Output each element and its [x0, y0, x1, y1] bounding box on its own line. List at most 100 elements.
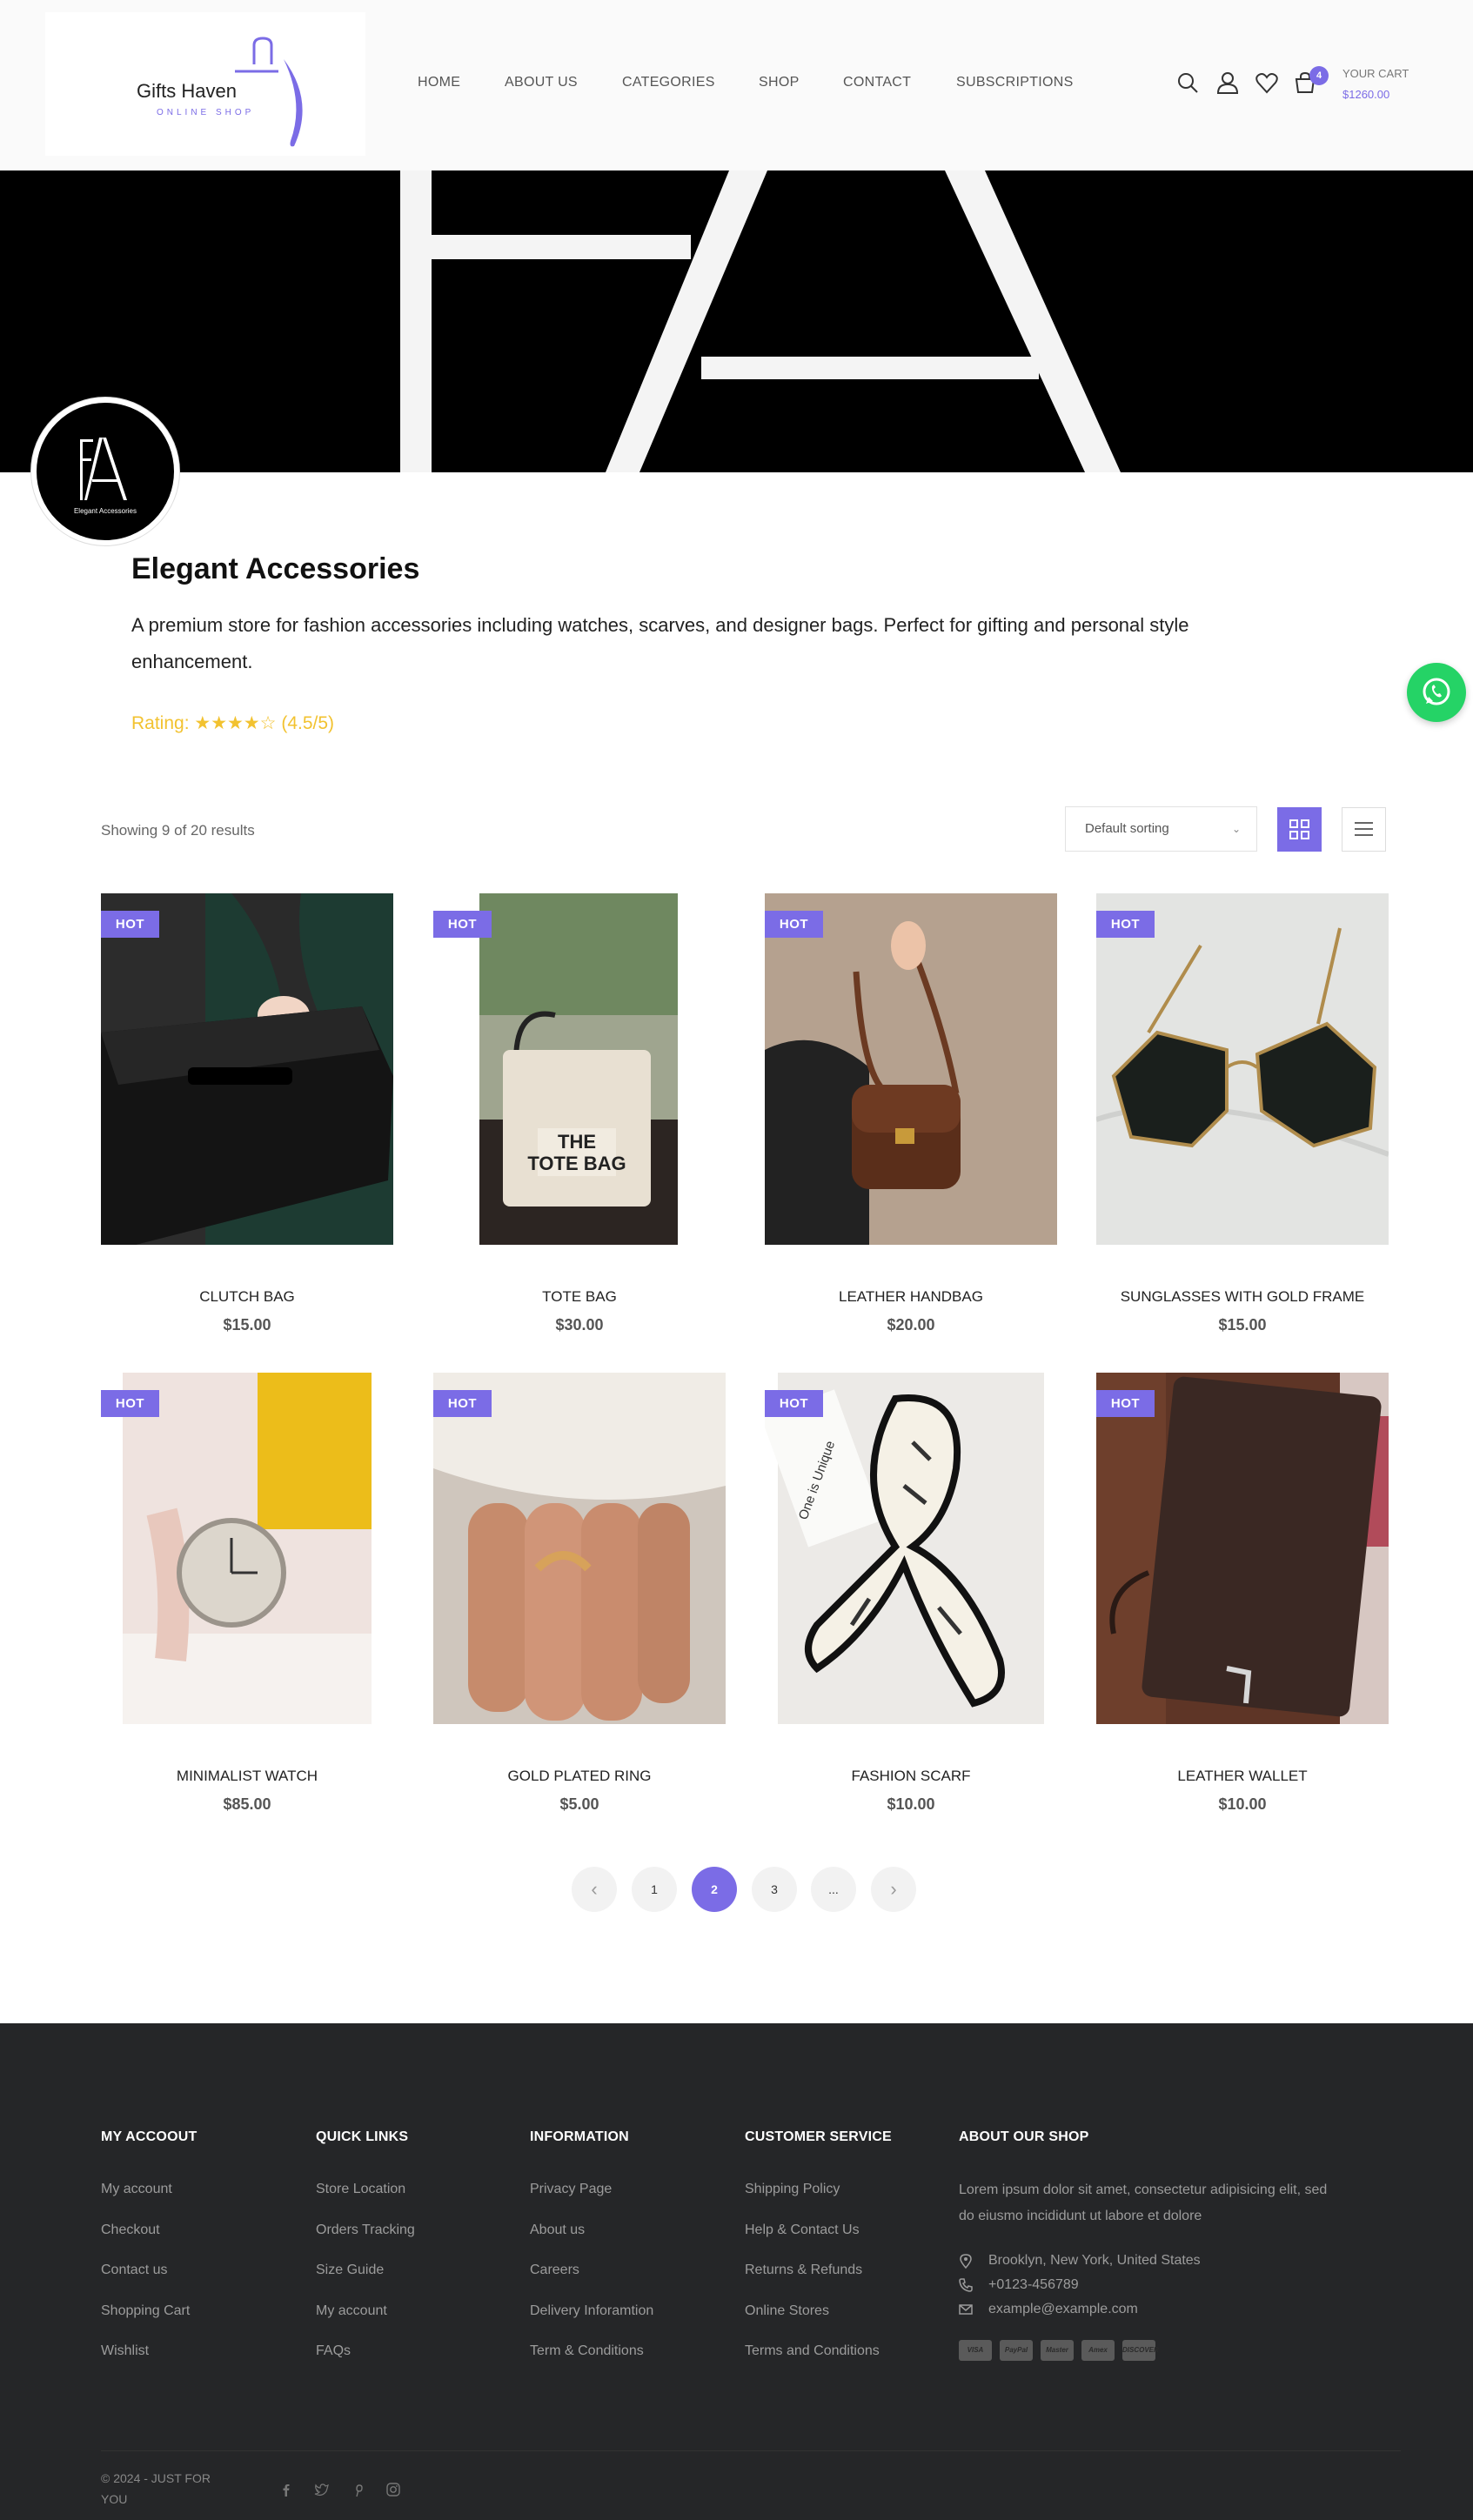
cart-total[interactable]: $1260.00 [1342, 88, 1389, 101]
footer-link[interactable]: Online Stores [745, 2303, 829, 2319]
footer-link[interactable]: FAQs [316, 2343, 351, 2359]
hot-badge: HOT [433, 1390, 492, 1417]
twitter-icon[interactable] [314, 2482, 330, 2497]
product-name[interactable]: CLUTCH BAG [101, 1288, 393, 1306]
grid-view-button[interactable] [1277, 807, 1322, 852]
product-image[interactable]: HOT [1096, 1373, 1389, 1724]
footer-link[interactable]: Returns & Refunds [745, 2263, 862, 2278]
product-price: $15.00 [1218, 1316, 1267, 1334]
search-icon[interactable] [1175, 70, 1201, 96]
instagram-icon[interactable] [385, 2482, 401, 2497]
paypal-icon: PayPal [1000, 2340, 1033, 2361]
pagination-page-2-current[interactable]: 2 [692, 1867, 737, 1912]
hot-badge: HOT [433, 911, 492, 938]
visa-icon: VISA [959, 2340, 992, 2361]
discover-icon: DISCOVER [1122, 2340, 1159, 2361]
footer-address-text: Brooklyn, New York, United States [988, 2253, 1201, 2268]
nav-categories[interactable]: CATEGORIES [622, 75, 715, 90]
chevron-right-icon: › [890, 1878, 897, 1900]
facebook-icon[interactable] [278, 2482, 294, 2497]
footer-link[interactable]: Contact us [101, 2263, 167, 2278]
hot-badge: HOT [765, 1390, 823, 1417]
product-name[interactable]: TOTE BAG [433, 1288, 726, 1306]
product-name[interactable]: LEATHER WALLET [1096, 1768, 1389, 1785]
nav-contact[interactable]: CONTACT [843, 75, 911, 90]
hot-badge: HOT [1096, 1390, 1155, 1417]
hot-badge: HOT [101, 1390, 159, 1417]
grid-view-icon [1289, 819, 1309, 839]
pagination-prev-button[interactable]: ‹ [572, 1867, 617, 1912]
heart-icon[interactable] [1254, 70, 1280, 96]
store-banner [0, 170, 1473, 472]
product-image[interactable]: HOT [1096, 893, 1389, 1245]
product-name[interactable]: LEATHER HANDBAG [765, 1288, 1057, 1306]
nav-home[interactable]: HOME [418, 75, 460, 90]
cart-label[interactable]: YOUR CART [1342, 67, 1409, 80]
footer-link[interactable]: Privacy Page [530, 2182, 612, 2197]
footer-link[interactable]: Term & Conditions [530, 2343, 644, 2359]
hot-badge: HOT [101, 911, 159, 938]
footer-link[interactable]: Size Guide [316, 2263, 384, 2278]
footer-link[interactable]: About us [530, 2223, 585, 2238]
list-view-button[interactable] [1342, 807, 1386, 852]
pinterest-icon[interactable] [350, 2482, 365, 2497]
sort-value: Default sorting [1085, 821, 1169, 836]
mastercard-icon: Master [1041, 2340, 1074, 2361]
footer-link[interactable]: My account [101, 2182, 172, 2197]
hot-badge: HOT [765, 911, 823, 938]
svg-text:TOTE BAG: TOTE BAG [527, 1153, 626, 1174]
footer-link[interactable]: Careers [530, 2263, 579, 2278]
product-price: $85.00 [223, 1795, 271, 1813]
product-name[interactable]: MINIMALIST WATCH [101, 1768, 393, 1785]
pagination-next-button[interactable]: › [871, 1867, 916, 1912]
footer-link[interactable]: Checkout [101, 2223, 160, 2238]
store-description: A premium store for fashion accessories … [131, 614, 1189, 672]
pagination-page-1[interactable]: 1 [632, 1867, 677, 1912]
pagination-page-3[interactable]: 3 [752, 1867, 797, 1912]
nav-subscriptions[interactable]: SUBSCRIPTIONS [956, 75, 1074, 90]
footer-link[interactable]: Terms and Conditions [745, 2343, 880, 2359]
hot-badge: HOT [1096, 911, 1155, 938]
location-pin-icon [960, 2254, 972, 2269]
footer-link[interactable]: My account [316, 2303, 387, 2319]
footer-heading-my-account: MY ACCOOUT [101, 2129, 198, 2144]
user-icon[interactable] [1215, 70, 1241, 96]
nav-about-us[interactable]: ABOUT US [505, 75, 578, 90]
footer-link[interactable]: Shipping Policy [745, 2182, 840, 2197]
logo[interactable]: Gifts Haven ONLINE SHOP [45, 12, 365, 156]
product-name[interactable]: GOLD PLATED RING [433, 1768, 726, 1785]
product-image[interactable]: HOT [433, 1373, 726, 1724]
footer-link[interactable]: Delivery Inforamtion [530, 2303, 653, 2319]
footer-link[interactable]: Wishlist [101, 2343, 149, 2359]
product-image[interactable]: One is Unique HOT [765, 1373, 1057, 1724]
sort-select[interactable]: Default sorting ⌄ [1065, 806, 1257, 852]
footer-phone-text[interactable]: +0123-456789 [988, 2277, 1079, 2293]
whatsapp-button[interactable] [1407, 663, 1466, 722]
cart-count-badge: 4 [1309, 66, 1329, 85]
product-image[interactable]: HOT [101, 1373, 393, 1724]
product-name[interactable]: SUNGLASSES WITH GOLD FRAME [1096, 1288, 1389, 1306]
footer-link[interactable]: Help & Contact Us [745, 2223, 860, 2238]
envelope-icon [959, 2304, 973, 2315]
logo-subtitle: ONLINE SHOP [157, 108, 255, 117]
store-logo-icon: Elegant Accessories [74, 438, 137, 515]
banner-logo-graphic [400, 170, 1121, 472]
footer-link[interactable]: Store Location [316, 2182, 405, 2197]
footer-link[interactable]: Orders Tracking [316, 2223, 415, 2238]
amex-icon: Amex [1081, 2340, 1115, 2361]
product-image[interactable]: HOT [101, 893, 393, 1245]
store-rating: Rating: ★★★★☆ (4.5/5) [131, 713, 335, 733]
product-image[interactable]: HOT [765, 893, 1057, 1245]
phone-icon [959, 2278, 973, 2292]
product-price: $10.00 [1218, 1795, 1267, 1813]
chevron-down-icon: ⌄ [1231, 823, 1241, 835]
footer-heading-quick-links: QUICK LINKS [316, 2129, 409, 2144]
footer-heading-about-shop: ABOUT OUR SHOP [959, 2129, 1089, 2144]
logo-title: Gifts Haven [137, 80, 237, 102]
product-image[interactable]: THE TOTE BAG HOT [433, 893, 726, 1245]
product-price: $30.00 [555, 1316, 604, 1334]
footer-link[interactable]: Shopping Cart [101, 2303, 190, 2319]
product-name[interactable]: FASHION SCARF [765, 1768, 1057, 1785]
nav-shop[interactable]: SHOP [759, 75, 800, 90]
footer-email-text[interactable]: example@example.com [988, 2302, 1138, 2317]
